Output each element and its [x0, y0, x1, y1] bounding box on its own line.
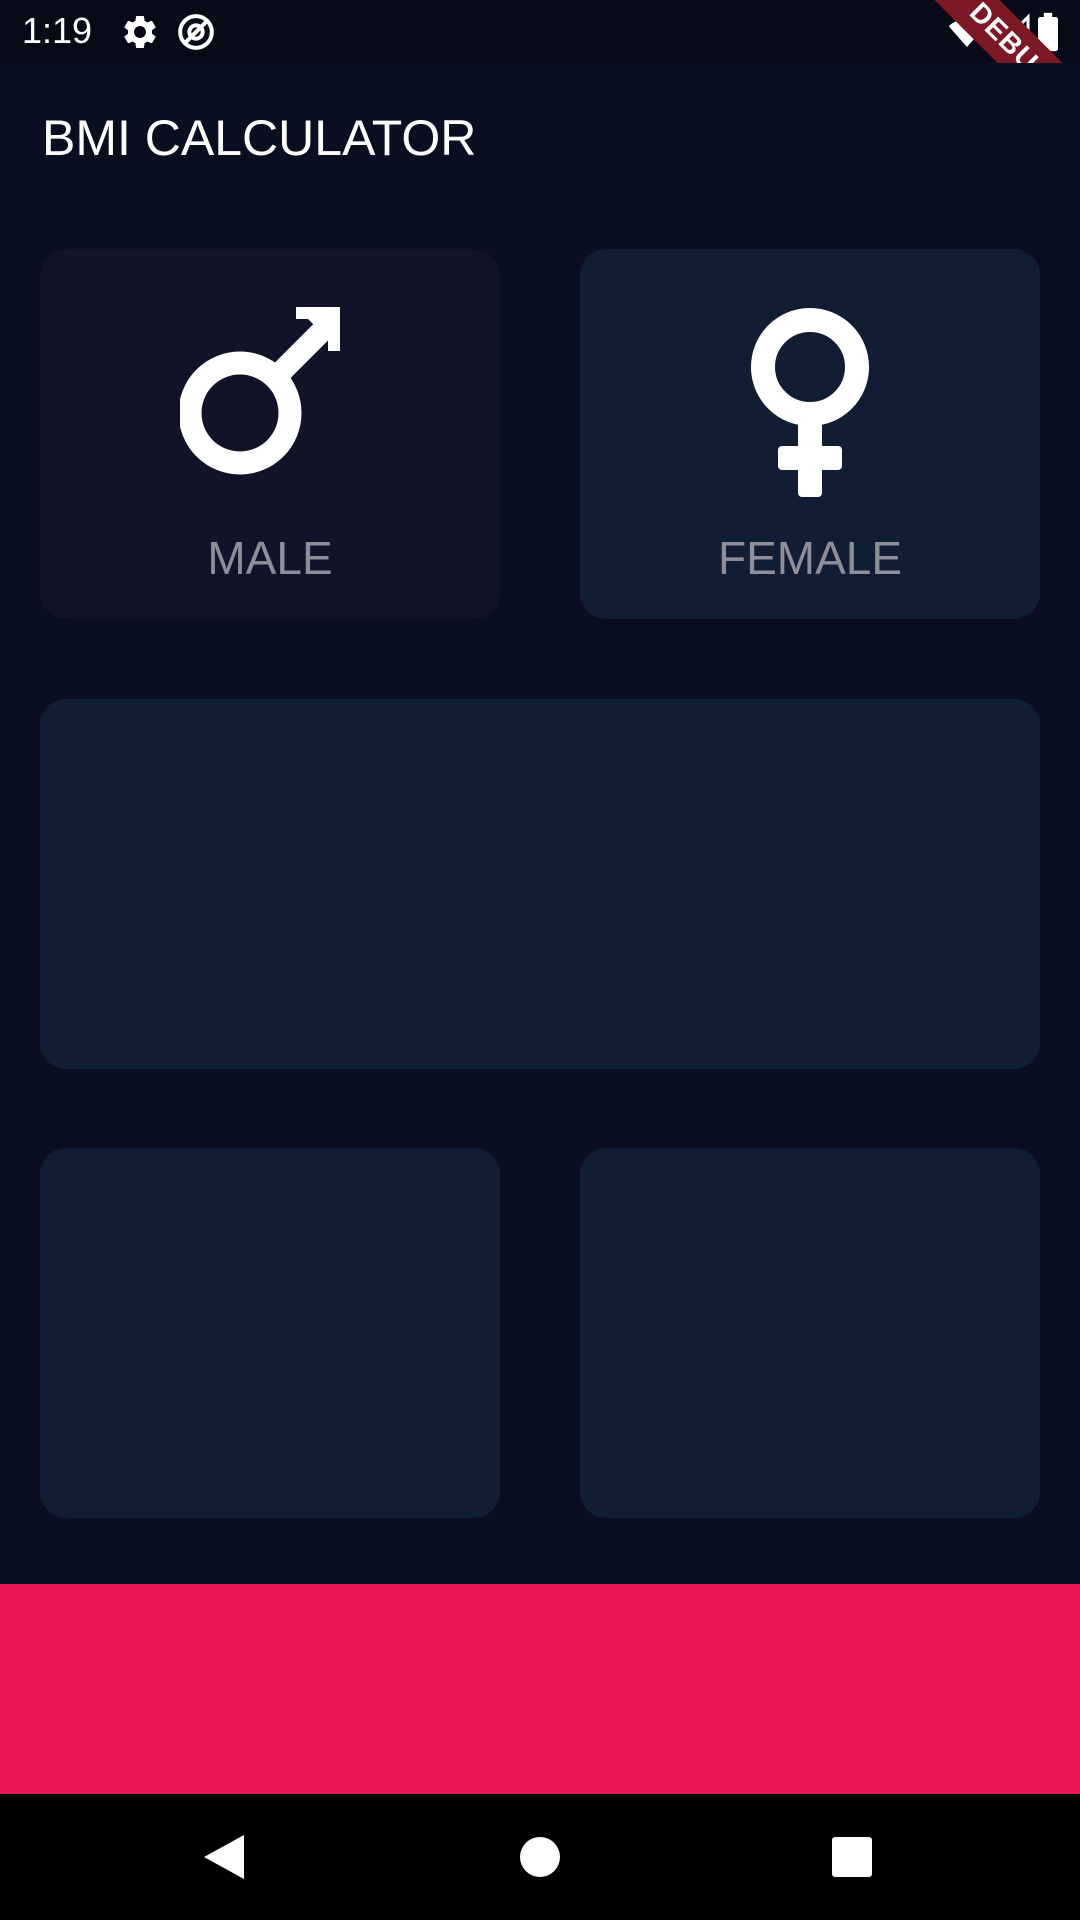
female-label: FEMALE — [717, 532, 903, 584]
status-bar: 1:19 DEBUG — [0, 0, 1080, 154]
status-time: 1:19 — [22, 10, 93, 51]
screen: 1:19 DEBUG BMI CALCULATOR MALE FEMALE — [0, 0, 1080, 1920]
calculate-button[interactable] — [0, 1584, 1080, 1794]
height-card — [40, 699, 1040, 1069]
female-card[interactable]: FEMALE — [580, 249, 1040, 619]
male-label: MALE — [207, 532, 333, 584]
home-icon[interactable] — [510, 1827, 570, 1887]
female-icon — [751, 308, 869, 497]
male-card[interactable]: MALE — [40, 249, 500, 619]
weight-card — [40, 1148, 500, 1518]
page-title: BMI CALCULATOR — [42, 110, 477, 166]
male-icon — [180, 307, 340, 475]
back-icon[interactable] — [196, 1827, 256, 1887]
gear-icon — [124, 15, 156, 48]
navigation-bar — [0, 1794, 1080, 1920]
age-card — [580, 1148, 1040, 1518]
at-sign-icon — [178, 14, 214, 50]
app-bar: BMI CALCULATOR — [0, 63, 1080, 210]
recents-icon[interactable] — [822, 1827, 882, 1887]
